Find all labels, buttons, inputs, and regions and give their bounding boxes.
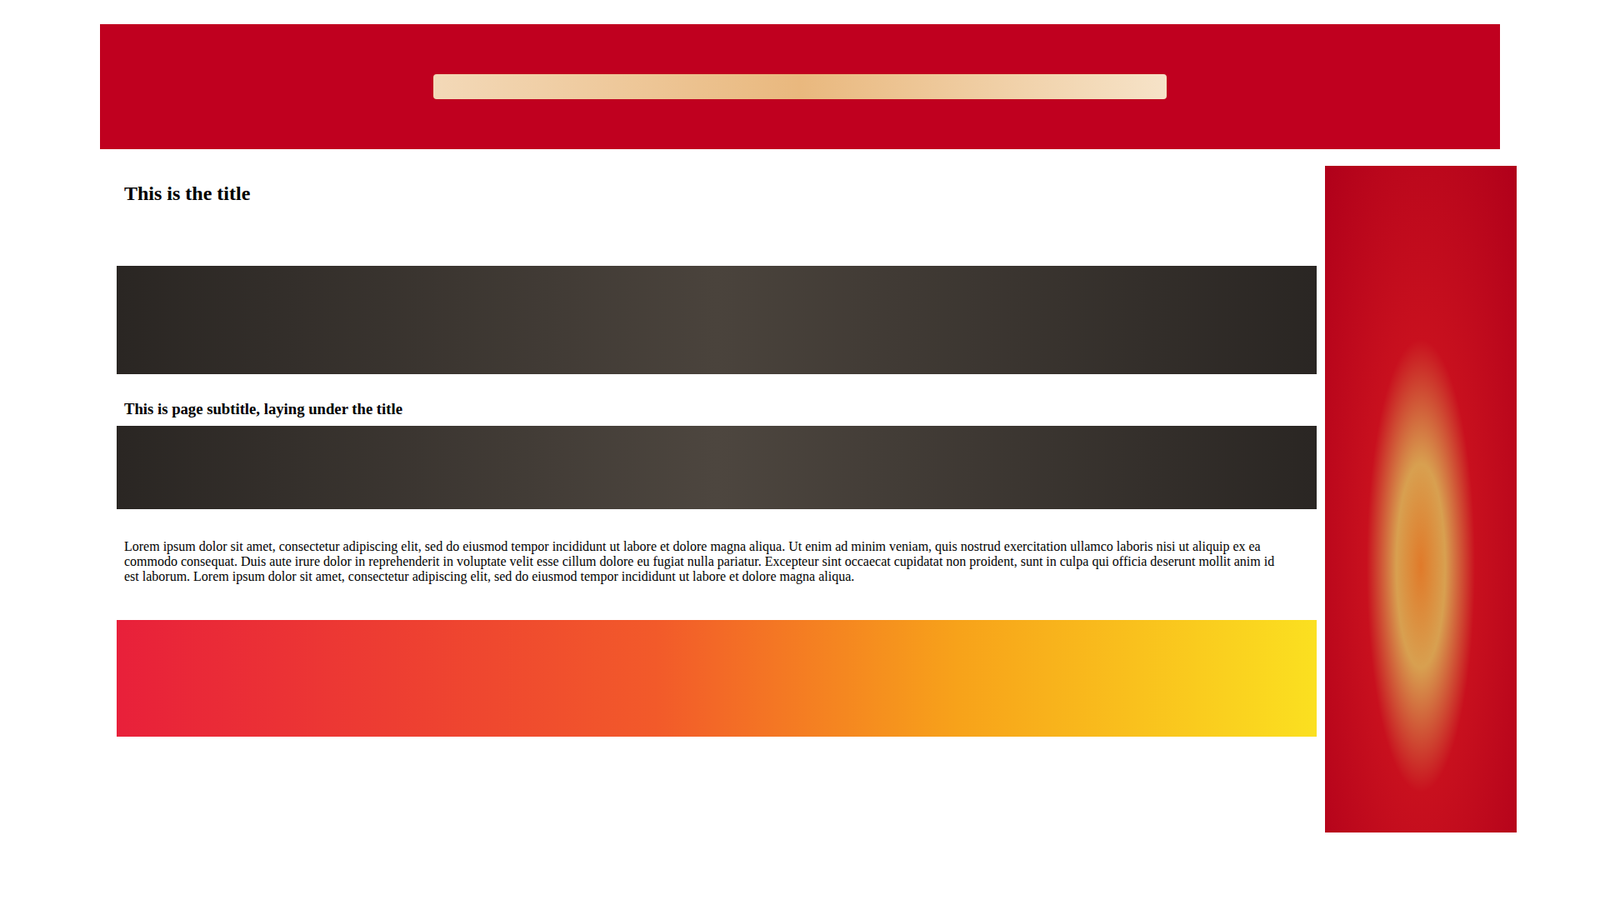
page-title: This is the title bbox=[116, 181, 1317, 205]
content-row: This is the title This is page subtitle, … bbox=[100, 165, 1600, 833]
rifle-banner-ad[interactable] bbox=[116, 265, 1317, 375]
main-column: This is the title This is page subtitle, … bbox=[116, 165, 1317, 737]
rifle-banner-ad[interactable] bbox=[116, 425, 1317, 510]
banner-picture bbox=[433, 74, 1167, 100]
body-text: Lorem ipsum dolor sit amet, consectetur … bbox=[116, 539, 1317, 585]
top-banner-ad[interactable] bbox=[100, 24, 1500, 150]
sale-banner-ad[interactable] bbox=[116, 620, 1317, 737]
page: This is the title This is page subtitle, … bbox=[0, 0, 1600, 866]
sidebar-ad[interactable] bbox=[1325, 165, 1517, 833]
page-subtitle: This is page subtitle, laying under the … bbox=[116, 400, 1317, 419]
